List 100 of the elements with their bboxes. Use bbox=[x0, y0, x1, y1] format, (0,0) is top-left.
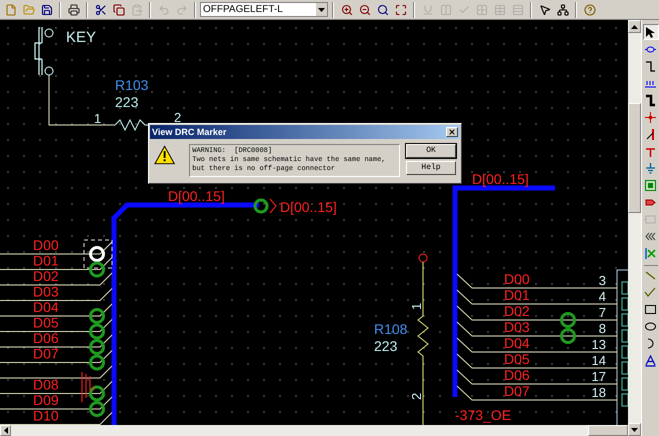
up-arrow-icon bbox=[631, 24, 638, 28]
scroll-left-button[interactable] bbox=[0, 425, 11, 436]
ellipse-icon bbox=[644, 320, 657, 332]
chip-pin bbox=[622, 298, 628, 310]
net-label: D07 bbox=[33, 346, 59, 362]
text-tool-button[interactable] bbox=[642, 352, 658, 368]
arrow-cursor-icon bbox=[644, 26, 657, 38]
annotate-icon bbox=[422, 4, 434, 16]
scissors-icon bbox=[94, 4, 106, 16]
drc-marker[interactable] bbox=[89, 324, 105, 340]
net-label: D04 bbox=[504, 335, 530, 351]
net-label: -373_OE bbox=[455, 407, 512, 423]
new-file-icon bbox=[4, 4, 16, 16]
net-label: D02 bbox=[33, 268, 59, 284]
rows-icon bbox=[512, 4, 524, 16]
table-icon bbox=[494, 4, 506, 16]
net-label: D01 bbox=[33, 252, 59, 268]
pointer-icon bbox=[538, 4, 550, 16]
hierarchy-icon bbox=[556, 4, 568, 16]
net-label: D05 bbox=[33, 314, 59, 330]
copy-icon bbox=[112, 4, 124, 16]
net-label: D03 bbox=[504, 319, 530, 335]
close-button[interactable] bbox=[446, 127, 458, 137]
help-icon bbox=[584, 4, 596, 16]
dialog-button[interactable]: Help bbox=[406, 161, 456, 175]
dialog-title: View DRC Marker bbox=[152, 128, 226, 136]
drc-marker[interactable] bbox=[89, 354, 105, 370]
zoom-out-icon bbox=[358, 4, 370, 16]
block-tool-button[interactable] bbox=[642, 177, 658, 193]
pin-number: 2 bbox=[174, 110, 182, 125]
zoom-in-icon bbox=[340, 4, 352, 16]
drc-marker[interactable] bbox=[89, 262, 105, 278]
chip-pin bbox=[622, 362, 628, 374]
net-label: D07 bbox=[504, 383, 530, 399]
folder-icon bbox=[22, 4, 34, 16]
drc-marker[interactable] bbox=[89, 386, 105, 402]
net-label: D04 bbox=[33, 299, 59, 315]
chip-pin bbox=[622, 314, 628, 326]
pin-number: 2 bbox=[409, 392, 424, 400]
drc-marker[interactable] bbox=[89, 401, 105, 417]
net-label: D05 bbox=[504, 351, 530, 367]
drc-marker[interactable] bbox=[560, 312, 576, 328]
down-arrow-icon bbox=[631, 428, 638, 432]
pin-number: 17 bbox=[592, 369, 606, 384]
pin-end-circle bbox=[418, 254, 428, 262]
select-tool-button[interactable] bbox=[642, 24, 658, 40]
pin-number: 4 bbox=[598, 289, 606, 304]
dialog-button[interactable]: OK bbox=[406, 144, 456, 158]
junction-icon bbox=[644, 110, 657, 124]
scroll-up-button[interactable] bbox=[628, 20, 641, 33]
selection-box bbox=[84, 240, 112, 268]
left-arrow-icon bbox=[4, 427, 8, 434]
pin-icon bbox=[644, 212, 657, 226]
chip-pin bbox=[622, 394, 628, 406]
chip-pin bbox=[622, 378, 628, 390]
pin-number: 18 bbox=[592, 385, 606, 400]
undo-icon bbox=[158, 4, 170, 16]
no-connect-tool-button[interactable] bbox=[642, 245, 658, 261]
bus-connector-marker bbox=[254, 198, 268, 214]
redo-icon bbox=[176, 4, 188, 16]
offpage-connector-label: D[00..15] bbox=[280, 199, 337, 215]
net-label: D09 bbox=[33, 392, 59, 408]
zoom-fit-icon bbox=[394, 4, 406, 16]
horizontal-scrollbar[interactable] bbox=[0, 425, 628, 436]
pin-number: 14 bbox=[592, 353, 606, 368]
save-icon bbox=[40, 4, 52, 16]
paste-icon bbox=[130, 4, 142, 16]
scroll-thumb[interactable] bbox=[628, 103, 641, 213]
wire-icon bbox=[644, 60, 657, 72]
ground-icon bbox=[644, 162, 657, 174]
resistor-value: 223 bbox=[115, 94, 138, 110]
columns-icon bbox=[440, 4, 452, 16]
net-label: D00 bbox=[504, 271, 530, 287]
net-label: D10 bbox=[33, 408, 59, 424]
bus-icon bbox=[644, 94, 657, 106]
pin-number: 8 bbox=[598, 321, 606, 336]
net-label: D01 bbox=[504, 287, 530, 303]
scroll-thumb[interactable] bbox=[588, 425, 628, 436]
pin-number: 1 bbox=[409, 302, 424, 310]
bus-label: D[00..15] bbox=[472, 171, 529, 187]
net-label: D08 bbox=[33, 376, 59, 392]
drc-marker[interactable] bbox=[89, 339, 105, 355]
net-label: D06 bbox=[33, 330, 59, 346]
rectangle-icon bbox=[644, 302, 657, 316]
drc-marker[interactable] bbox=[89, 308, 105, 324]
part-dropdown[interactable]: OFFPAGELEFT-L bbox=[200, 2, 328, 17]
vertical-scrollbar[interactable] bbox=[628, 20, 641, 436]
push-switch-drawing bbox=[34, 26, 54, 76]
pin-number: 13 bbox=[592, 337, 606, 352]
close-icon bbox=[448, 128, 456, 136]
junction-tool-button[interactable] bbox=[642, 109, 658, 125]
block-icon bbox=[644, 178, 657, 192]
resistor-reference: R108 bbox=[374, 321, 408, 337]
net-label: D03 bbox=[33, 284, 59, 300]
scroll-down-button[interactable] bbox=[628, 423, 641, 436]
switch-name: KEY bbox=[66, 29, 96, 46]
pin-number: 1 bbox=[94, 111, 102, 126]
drc-marker[interactable] bbox=[560, 328, 576, 344]
resistor-value: 223 bbox=[374, 338, 398, 354]
net-label: D02 bbox=[504, 303, 530, 319]
